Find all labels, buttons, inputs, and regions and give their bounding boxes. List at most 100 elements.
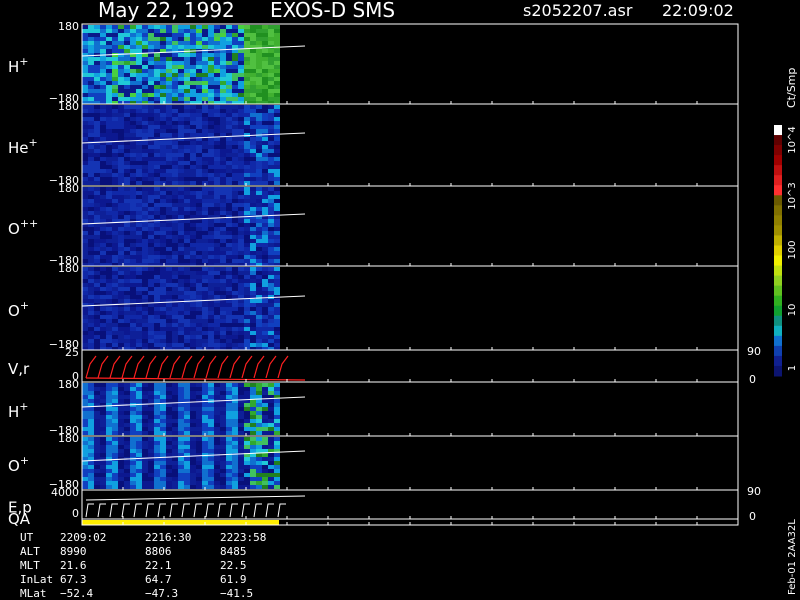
heatmap-cell	[130, 177, 136, 181]
heatmap-cell	[220, 161, 226, 165]
heatmap-cell	[154, 199, 160, 203]
heatmap-cell	[220, 251, 226, 255]
heatmap-cell	[112, 427, 118, 431]
heatmap-cell	[214, 423, 220, 427]
heatmap-cell	[196, 121, 202, 125]
heatmap-cell	[172, 283, 178, 287]
heatmap-cell	[88, 307, 94, 311]
heatmap-cell	[274, 291, 280, 295]
heatmap-cell	[262, 77, 268, 81]
heatmap-cell	[124, 449, 130, 453]
heatmap-cell	[256, 29, 262, 33]
heatmap-cell	[250, 437, 256, 441]
heatmap-cell	[226, 323, 232, 327]
heatmap-cell	[232, 41, 238, 45]
heatmap-cell	[148, 45, 154, 49]
heatmap-cell	[184, 93, 190, 97]
heatmap-cell	[172, 477, 178, 481]
heatmap-cell	[256, 291, 262, 295]
heatmap-cell	[214, 315, 220, 319]
heatmap-cell	[190, 315, 196, 319]
heatmap-cell	[220, 419, 226, 423]
heatmap-cell	[166, 335, 172, 339]
heatmap-cell	[196, 303, 202, 307]
heatmap-cell	[232, 219, 238, 223]
heatmap-cell	[118, 41, 124, 45]
heatmap-cell	[166, 315, 172, 319]
heatmap-cell	[160, 295, 166, 299]
panel-background	[82, 490, 738, 519]
heatmap-cell	[130, 423, 136, 427]
heatmap-cell	[208, 315, 214, 319]
heatmap-cell	[166, 57, 172, 61]
heatmap-cell	[190, 177, 196, 181]
heatmap-cell	[232, 239, 238, 243]
heatmap-cell	[160, 307, 166, 311]
heatmap-cell	[220, 173, 226, 177]
heatmap-cell	[232, 223, 238, 227]
heatmap-cell	[226, 461, 232, 465]
heatmap-cell	[118, 37, 124, 41]
heatmap-cell	[118, 323, 124, 327]
heatmap-cell	[244, 133, 250, 137]
heatmap-cell	[136, 25, 142, 29]
heatmap-cell	[268, 219, 274, 223]
heatmap-cell	[94, 207, 100, 211]
heatmap-cell	[148, 239, 154, 243]
heatmap-cell	[178, 311, 184, 315]
heatmap-cell	[112, 319, 118, 323]
heatmap-cell	[106, 287, 112, 291]
heatmap-cell	[136, 113, 142, 117]
heatmap-cell	[274, 271, 280, 275]
heatmap-cell	[250, 275, 256, 279]
heatmap-cell	[232, 61, 238, 65]
heatmap-cell	[166, 387, 172, 391]
heatmap-cell	[226, 203, 232, 207]
heatmap-cell	[118, 235, 124, 239]
heatmap-cell	[220, 187, 226, 191]
heatmap-cell	[220, 243, 226, 247]
spectrogram-figure: May 22, 1992 EXOS-D SMS s2052207.asr 22:…	[8, 0, 798, 600]
heatmap-cell	[154, 105, 160, 109]
heatmap-cell	[160, 173, 166, 177]
heatmap-cell	[166, 411, 172, 415]
heatmap-cell	[196, 165, 202, 169]
heatmap-cell	[148, 57, 154, 61]
heatmap-cell	[196, 153, 202, 157]
heatmap-cell	[160, 419, 166, 423]
heatmap-cell	[202, 339, 208, 343]
heatmap-cell	[268, 93, 274, 97]
heatmap-cell	[184, 431, 190, 435]
heatmap-cell	[148, 93, 154, 97]
heatmap-cell	[142, 299, 148, 303]
heatmap-cell	[220, 267, 226, 271]
heatmap-cell	[274, 485, 280, 489]
heatmap-cell	[226, 251, 232, 255]
heatmap-cell	[226, 319, 232, 323]
heatmap-cell	[112, 387, 118, 391]
heatmap-cell	[184, 165, 190, 169]
heatmap-cell	[202, 165, 208, 169]
heatmap-cell	[250, 319, 256, 323]
heatmap-cell	[262, 387, 268, 391]
heatmap-cell	[106, 69, 112, 73]
heatmap-cell	[172, 419, 178, 423]
heatmap-cell	[238, 181, 244, 185]
heatmap-cell	[82, 129, 88, 133]
heatmap-cell	[202, 173, 208, 177]
heatmap-cell	[256, 481, 262, 485]
heatmap-cell	[238, 477, 244, 481]
heatmap-cell	[94, 97, 100, 101]
heatmap-cell	[142, 29, 148, 33]
heatmap-cell	[82, 427, 88, 431]
heatmap-cell	[190, 403, 196, 407]
heatmap-cell	[232, 137, 238, 141]
heatmap-cell	[100, 149, 106, 153]
heatmap-cell	[100, 423, 106, 427]
heatmap-cell	[190, 327, 196, 331]
heatmap-cell	[124, 157, 130, 161]
heatmap-cell	[94, 77, 100, 81]
heatmap-cell	[262, 327, 268, 331]
heatmap-cell	[190, 335, 196, 339]
heatmap-cell	[244, 177, 250, 181]
